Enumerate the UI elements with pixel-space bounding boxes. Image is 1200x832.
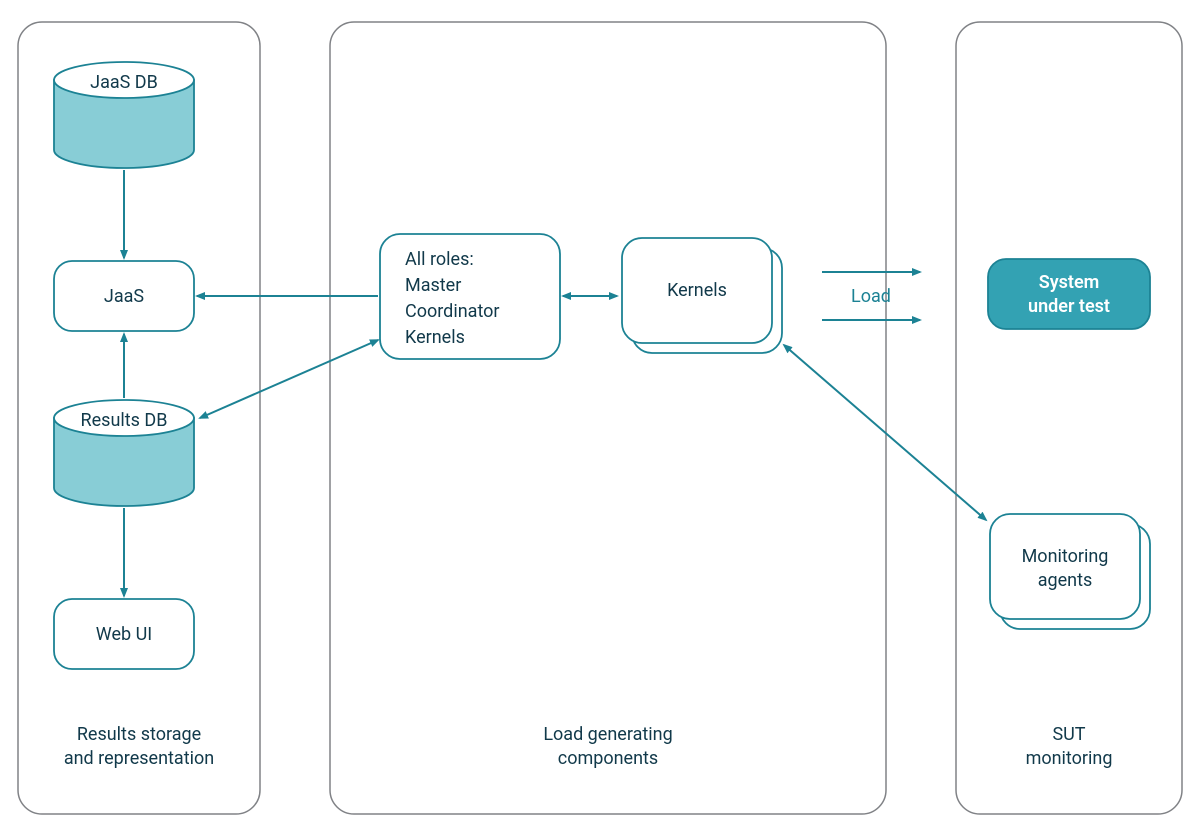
monitoring-line1: Monitoring — [1022, 546, 1109, 567]
sut-line2: under test — [1028, 296, 1110, 317]
all-roles-line1: Master — [405, 275, 461, 296]
caption-left-line1: Results storage — [77, 724, 201, 745]
monitoring-agents-box: Monitoring agents — [990, 514, 1150, 629]
caption-right-line1: SUT — [1052, 724, 1085, 745]
system-under-test-box: System under test — [988, 259, 1150, 329]
jaas-box: JaaS — [54, 261, 194, 331]
jaas-db-label: JaaS DB — [90, 72, 158, 93]
arrow-allroles-resultsdb — [200, 340, 378, 418]
kernels-box: Kernels — [622, 238, 782, 353]
architecture-diagram: JaaS DB JaaS Results DB Web UI All roles… — [0, 0, 1200, 832]
jaas-db-cylinder: JaaS DB — [54, 62, 194, 168]
results-db-cylinder: Results DB — [54, 400, 194, 506]
all-roles-line2: Coordinator — [405, 301, 500, 322]
sut-line1: System — [1039, 272, 1100, 293]
results-db-label: Results DB — [81, 410, 168, 431]
web-ui-box: Web UI — [54, 599, 194, 669]
web-ui-label: Web UI — [96, 624, 152, 645]
kernels-label: Kernels — [667, 280, 727, 301]
all-roles-line3: Kernels — [405, 327, 465, 348]
column-load-generating — [330, 22, 886, 814]
jaas-label: JaaS — [104, 286, 145, 307]
monitoring-line2: agents — [1038, 570, 1093, 591]
all-roles-box: All roles: Master Coordinator Kernels — [380, 234, 560, 359]
caption-right-line2: monitoring — [1026, 748, 1113, 769]
caption-middle-line1: Load generating — [543, 724, 672, 745]
load-label: Load — [851, 286, 891, 307]
caption-left-line2: and representation — [64, 748, 214, 769]
caption-middle-line2: components — [558, 748, 658, 769]
all-roles-title: All roles: — [405, 249, 474, 270]
column-sut-monitoring — [956, 22, 1182, 814]
